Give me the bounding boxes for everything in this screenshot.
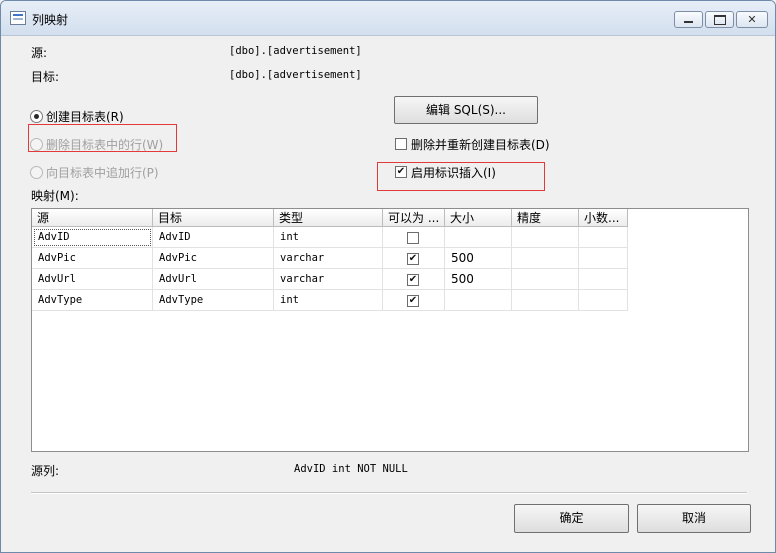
cancel-button[interactable]: 取消 xyxy=(637,504,751,533)
append-rows-label: 向目标表中追加行(P) xyxy=(46,166,159,180)
nullable-checkbox[interactable] xyxy=(407,232,419,244)
identity-insert-highlight xyxy=(377,162,545,191)
create-table-label: 创建目标表(R) xyxy=(46,110,124,124)
cell-source[interactable]: AdvType xyxy=(32,290,153,311)
close-icon: ✕ xyxy=(747,13,757,26)
col-header-scale[interactable]: 小数... xyxy=(579,209,628,227)
cell-source[interactable]: AdvID xyxy=(32,227,153,248)
cell-nullable[interactable] xyxy=(383,227,445,248)
cell-size[interactable] xyxy=(445,227,512,248)
cell-type[interactable]: varchar xyxy=(274,269,383,290)
cell-precision[interactable] xyxy=(512,269,579,290)
cell-target[interactable]: AdvType xyxy=(153,290,274,311)
cell-scale[interactable] xyxy=(579,290,628,311)
nullable-checkbox[interactable]: ✔ xyxy=(407,253,419,265)
cell-source[interactable]: AdvPic xyxy=(32,248,153,269)
footer-divider xyxy=(31,492,747,494)
title-bar[interactable]: 列映射 ✕ xyxy=(1,1,775,36)
cell-target[interactable]: AdvPic xyxy=(153,248,274,269)
cell-nullable[interactable]: ✔ xyxy=(383,269,445,290)
append-rows-radio[interactable] xyxy=(30,166,43,179)
cell-type[interactable]: int xyxy=(274,227,383,248)
mappings-label: 映射(M): xyxy=(31,189,79,203)
cell-target[interactable]: AdvUrl xyxy=(153,269,274,290)
cell-precision[interactable] xyxy=(512,290,579,311)
col-header-type[interactable]: 类型 xyxy=(274,209,383,227)
cell-size[interactable]: 500 xyxy=(445,269,512,290)
cell-source[interactable]: AdvUrl xyxy=(32,269,153,290)
window-title: 列映射 xyxy=(32,13,69,27)
maximize-button[interactable] xyxy=(705,11,734,28)
cell-type[interactable]: varchar xyxy=(274,248,383,269)
cell-type[interactable]: int xyxy=(274,290,383,311)
col-header-nullable[interactable]: 可以为 ... xyxy=(383,209,445,227)
col-header-precision[interactable]: 精度 xyxy=(512,209,579,227)
source-value: [dbo].[advertisement] xyxy=(229,45,362,57)
drop-recreate-label: 删除并重新创建目标表(D) xyxy=(411,138,550,152)
cell-scale[interactable] xyxy=(579,269,628,290)
close-button[interactable]: ✕ xyxy=(736,11,768,28)
cell-precision[interactable] xyxy=(512,248,579,269)
edit-sql-button[interactable]: 编辑 SQL(S)... xyxy=(394,96,538,124)
nullable-checkbox[interactable]: ✔ xyxy=(407,274,419,286)
delete-rows-highlight xyxy=(28,124,177,152)
cell-scale[interactable] xyxy=(579,227,628,248)
create-table-radio[interactable] xyxy=(30,110,43,123)
cell-size[interactable]: 500 xyxy=(445,248,512,269)
app-icon xyxy=(10,11,26,25)
target-value: [dbo].[advertisement] xyxy=(229,69,362,81)
col-header-source[interactable]: 源 xyxy=(32,209,153,227)
cell-precision[interactable] xyxy=(512,227,579,248)
mappings-grid[interactable]: 源 目标 类型 可以为 ... 大小 精度 小数... AdvID AdvID … xyxy=(31,208,749,452)
ok-button[interactable]: 确定 xyxy=(514,504,629,533)
target-label: 目标: xyxy=(31,70,60,84)
source-column-value: AdvID int NOT NULL xyxy=(294,463,408,475)
cell-scale[interactable] xyxy=(579,248,628,269)
dialog-window: 列映射 ✕ 源: [dbo].[advertisement] 目标: [dbo]… xyxy=(0,0,776,553)
minimize-button[interactable] xyxy=(674,11,703,28)
drop-recreate-checkbox[interactable] xyxy=(395,138,407,150)
source-label: 源: xyxy=(31,46,48,60)
cell-target[interactable]: AdvID xyxy=(153,227,274,248)
cell-nullable[interactable]: ✔ xyxy=(383,248,445,269)
nullable-checkbox[interactable]: ✔ xyxy=(407,295,419,307)
col-header-target[interactable]: 目标 xyxy=(153,209,274,227)
cell-size[interactable] xyxy=(445,290,512,311)
cell-nullable[interactable]: ✔ xyxy=(383,290,445,311)
col-header-size[interactable]: 大小 xyxy=(445,209,512,227)
source-column-label: 源列: xyxy=(31,464,60,478)
